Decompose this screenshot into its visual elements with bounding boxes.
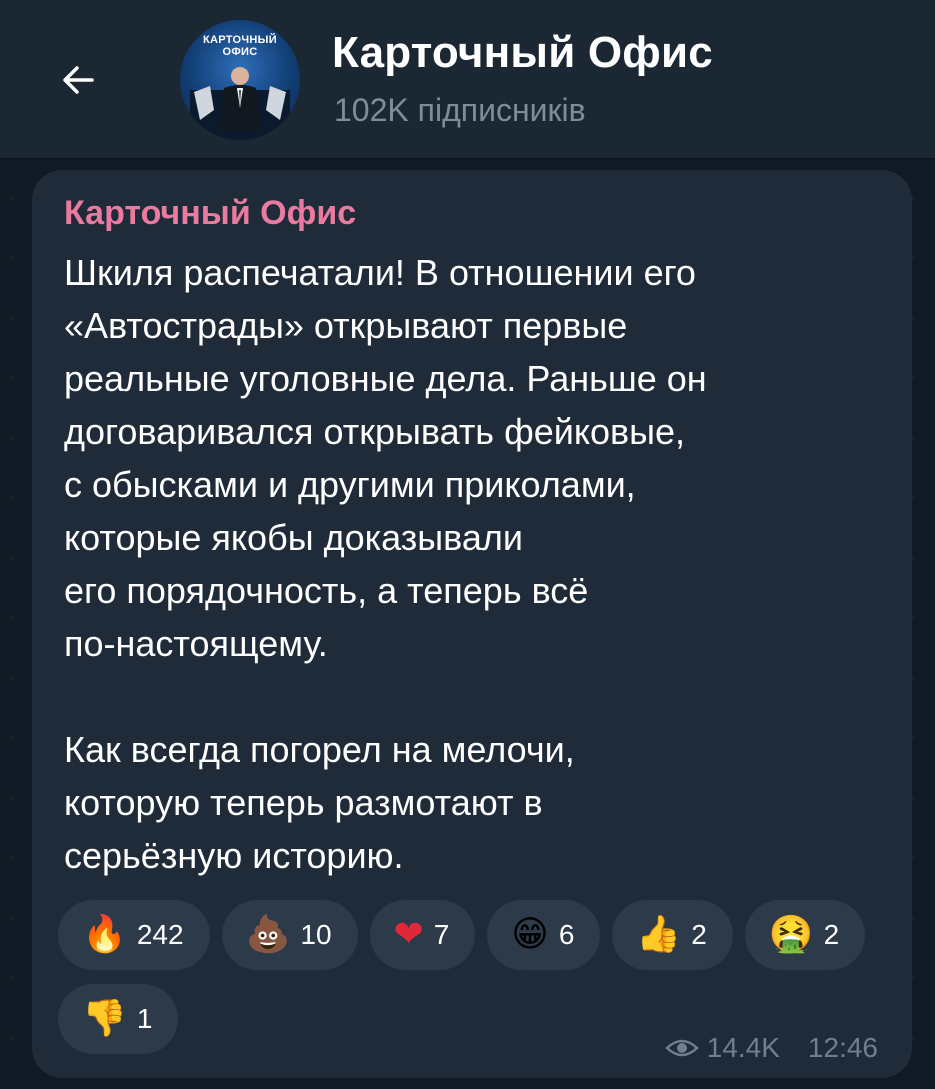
fire-emoji: 🔥 (82, 914, 127, 955)
arrow-left-icon (63, 66, 94, 94)
reactions-bar: 🔥 242 💩 10 ❤ 7 😁 6 👍 2 🤮 2 👎 1 (58, 900, 878, 1054)
message-sender[interactable]: Карточный Офис (64, 194, 356, 233)
channel-header: КАРТОЧНЫЙ ОФИС Карточный Офис 102K підпи… (0, 0, 935, 159)
reaction-count: 242 (136, 919, 184, 950)
heart-emoji: ❤ (393, 914, 424, 955)
reaction-thumbs-down[interactable]: 👎 1 (58, 984, 179, 1054)
eye-icon (664, 1039, 699, 1057)
channel-title[interactable]: Карточный Офис (332, 28, 713, 78)
reaction-count: 7 (433, 919, 450, 950)
reaction-count: 10 (300, 919, 332, 950)
reaction-count: 6 (558, 919, 575, 950)
reaction-heart[interactable]: ❤ 7 (369, 900, 476, 970)
subscriber-count: 102K підписників (334, 92, 586, 128)
thumbs-down-emoji: 👎 (82, 998, 127, 1039)
reaction-count: 2 (691, 919, 707, 950)
channel-avatar[interactable]: КАРТОЧНЫЙ ОФИС (180, 20, 300, 140)
reaction-count: 1 (136, 1003, 153, 1034)
message-meta: 14.4K 12:46 (664, 1032, 878, 1064)
avatar-figure-image (190, 67, 290, 140)
reaction-poop[interactable]: 💩 10 (221, 900, 358, 970)
message-bubble[interactable]: Карточный Офис Шкиля распечатали! В отно… (32, 170, 912, 1078)
back-button[interactable] (40, 42, 116, 118)
reaction-count: 2 (823, 919, 840, 950)
grin-emoji: 😁 (511, 914, 549, 955)
reaction-fire[interactable]: 🔥 242 (58, 900, 210, 970)
poop-emoji: 💩 (245, 914, 291, 955)
reaction-thumbs-up[interactable]: 👍 2 (612, 900, 733, 970)
reaction-vomit[interactable]: 🤮 2 (744, 900, 866, 970)
reaction-grin[interactable]: 😁 6 (487, 900, 601, 970)
vomit-emoji: 🤮 (768, 914, 814, 955)
message-text: Шкиля распечатали! В отношении его «Авто… (64, 252, 707, 876)
thumbs-up-emoji: 👍 (636, 914, 682, 955)
message-time: 12:46 (807, 1032, 878, 1063)
view-count: 14.4K (706, 1032, 780, 1063)
